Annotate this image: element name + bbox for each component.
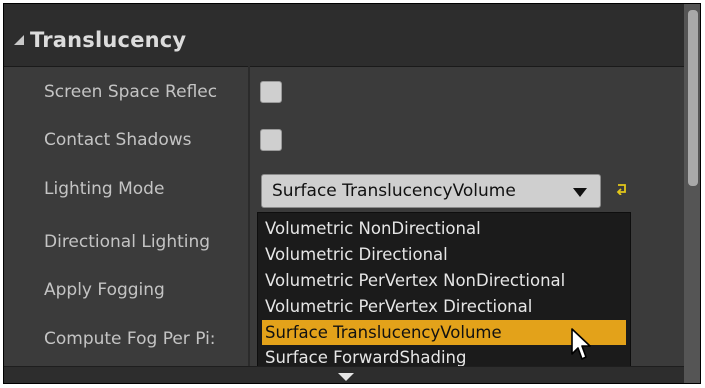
screen-space-reflections-checkbox[interactable] (260, 81, 282, 103)
reset-arrow-icon[interactable] (616, 183, 628, 195)
apply-fogging-label: Apply Fogging (44, 280, 165, 300)
compute-fog-per-pixel-label: Compute Fog Per Pi: (44, 329, 216, 349)
triangle-down-icon[interactable] (338, 373, 354, 381)
directional-lighting-label: Directional Lighting (44, 232, 211, 252)
caret-down-icon (573, 188, 587, 197)
mouse-pointer-icon (571, 328, 591, 360)
property-labels: Screen Space Reflec Contact Shadows Ligh… (4, 66, 248, 366)
contact-shadows-checkbox[interactable] (260, 129, 282, 151)
dropdown-option-volumetric-nondirectional[interactable]: Volumetric NonDirectional (262, 216, 626, 241)
collapse-icon[interactable] (14, 35, 24, 45)
scrollbar-thumb[interactable] (688, 10, 698, 186)
section-header-translucency[interactable]: Translucency (4, 4, 684, 67)
dropdown-option-volumetric-pervertex-directional[interactable]: Volumetric PerVertex Directional (262, 294, 626, 319)
lighting-mode-combo[interactable]: Surface TranslucencyVolume (261, 174, 601, 208)
dropdown-option-volumetric-directional[interactable]: Volumetric Directional (262, 242, 626, 267)
footer-bar[interactable] (4, 366, 684, 383)
vertical-scrollbar[interactable] (684, 4, 700, 383)
section-title: Translucency (30, 28, 187, 52)
contact-shadows-label: Contact Shadows (44, 130, 192, 150)
dropdown-option-volumetric-pervertex-nondirectional[interactable]: Volumetric PerVertex NonDirectional (262, 268, 626, 293)
details-panel: Translucency Screen Space Reflec Contact… (3, 3, 701, 384)
screen-space-reflections-label: Screen Space Reflec (44, 82, 218, 102)
lighting-mode-label: Lighting Mode (44, 179, 165, 199)
lighting-mode-value: Surface TranslucencyVolume (272, 181, 516, 201)
column-splitter[interactable] (248, 66, 250, 366)
